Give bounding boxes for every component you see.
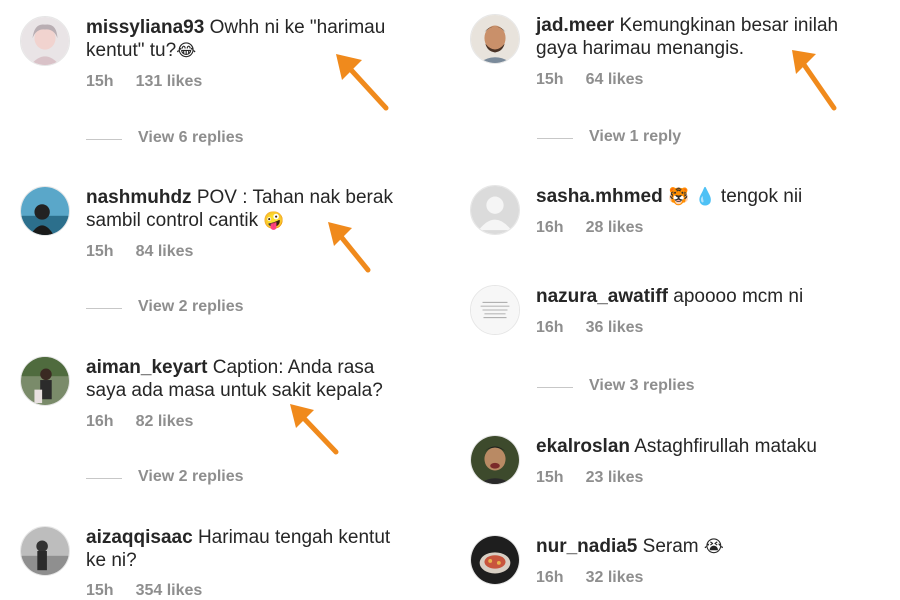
view-replies-button[interactable]: View 2 replies [86,468,286,488]
droplet-icon: 💧 [694,187,716,207]
view-replies-button[interactable]: View 1 reply [537,128,737,148]
avatar-aizaqqisaac[interactable] [20,526,70,576]
comment-body: sambil control cantik [86,210,259,231]
comment-body: Owhh ni ke "harimau [209,17,386,38]
replies-divider [86,308,122,309]
avatar-jad-meer[interactable] [470,14,520,64]
likes-count[interactable]: 36 likes [586,319,644,336]
comment-aizaqqisaac: aizaqqisaac Harimau tengah kentut ke ni?… [20,526,440,600]
username-link[interactable]: nur_nadia5 [536,536,637,557]
timestamp: 15h [86,73,114,90]
likes-count[interactable]: 131 likes [136,73,203,90]
comment-meta: 15h 131 likes [86,73,202,91]
username-link[interactable]: aiman_keyart [86,357,207,378]
comment-nur-nadia5: nur_nadia5 Seram 😭 16h 32 likes [470,535,890,595]
arrow-pointer-icon [288,402,348,462]
view-replies-button[interactable]: View 2 replies [86,298,286,318]
comment-body: gaya harimau menangis. [536,38,745,59]
view-replies-label[interactable]: View 1 reply [589,128,681,146]
timestamp: 16h [86,413,114,430]
comment-meta: 16h 28 likes [536,219,643,237]
tiger-face-icon: 🐯 [668,187,690,207]
comment-nazura-awatiff: nazura_awatiff apoooo mcm ni 16h 36 likes [470,285,890,345]
comment-meta: 16h 32 likes [536,569,643,587]
comment-body: apoooo mcm ni [673,286,804,307]
comment-meta: 15h 84 likes [86,243,193,261]
comment-body: Harimau tengah kentut [197,527,391,548]
comment-body: Astaghfirullah mataku [634,436,817,457]
timestamp: 15h [536,71,564,88]
loudly-crying-face-icon: 😭 [703,537,724,557]
username-link[interactable]: aizaqqisaac [86,527,193,548]
comment-sasha-mhmed: sasha.mhmed 🐯 💧 tengok nii 16h 28 likes [470,185,890,245]
timestamp: 15h [86,582,114,599]
view-replies-label[interactable]: View 3 replies [589,377,695,395]
comment-meta: 16h 82 likes [86,413,193,431]
comment-body: POV : Tahan nak berak [196,187,393,208]
username-link[interactable]: sasha.mhmed [536,186,663,207]
comment-meta: 15h 23 likes [536,469,643,487]
view-replies-button[interactable]: View 6 replies [86,129,286,149]
comment-aiman-keyart: aiman_keyart Caption: Anda rasa saya ada… [20,356,440,436]
likes-count[interactable]: 84 likes [136,243,194,260]
tears-of-joy-icon: 😂 [176,41,197,61]
comment-body: tengok nii [720,186,803,207]
likes-count[interactable]: 23 likes [586,469,644,486]
arrow-pointer-icon [790,48,850,111]
timestamp: 16h [536,569,564,586]
username-link[interactable]: jad.meer [536,15,614,36]
view-replies-label[interactable]: View 6 replies [138,129,244,147]
arrow-pointer-icon [334,52,394,112]
avatar-nashmuhdz[interactable] [20,186,70,236]
arrow-pointer-icon [326,220,386,280]
timestamp: 16h [536,319,564,336]
comment-text: sasha.mhmed 🐯 💧 tengok nii [536,185,802,209]
likes-count[interactable]: 32 likes [586,569,644,586]
avatar-ekalroslan[interactable] [470,435,520,485]
likes-count[interactable]: 28 likes [586,219,644,236]
comment-meta: 15h 64 likes [536,71,643,89]
avatar-nur-nadia5[interactable] [470,535,520,585]
comment-text: aizaqqisaac Harimau tengah kentut ke ni? [86,526,390,572]
avatar-nazura-awatiff[interactable] [470,285,520,335]
likes-count[interactable]: 82 likes [136,413,194,430]
username-link[interactable]: ekalroslan [536,436,630,457]
comment-body: Kemungkinan besar inilah [619,15,839,36]
zany-face-icon: 🤪 [263,211,285,231]
comment-body: Seram [642,536,699,557]
comment-body: kentut" tu? [86,40,177,61]
comment-body: Caption: Anda rasa [212,357,375,378]
comment-body: ke ni? [86,550,137,571]
replies-divider [537,138,573,139]
timestamp: 15h [86,243,114,260]
username-link[interactable]: nazura_awatiff [536,286,668,307]
username-link[interactable]: nashmuhdz [86,187,192,208]
view-replies-label[interactable]: View 2 replies [138,468,244,486]
comment-ekalroslan: ekalroslan Astaghfirullah mataku 15h 23 l… [470,435,890,495]
comment-text: ekalroslan Astaghfirullah mataku [536,435,817,458]
comment-text: nazura_awatiff apoooo mcm ni [536,285,803,308]
replies-divider [86,478,122,479]
replies-divider [537,387,573,388]
comment-text: nur_nadia5 Seram 😭 [536,535,724,559]
comment-meta: 15h 354 likes [86,582,202,600]
likes-count[interactable]: 354 likes [136,582,203,599]
timestamp: 16h [536,219,564,236]
avatar-aiman-keyart[interactable] [20,356,70,406]
view-replies-button[interactable]: View 3 replies [537,377,737,397]
view-replies-label[interactable]: View 2 replies [138,298,244,316]
replies-divider [86,139,122,140]
avatar-missyliana93[interactable] [20,16,70,66]
default-profile-icon[interactable] [470,185,520,235]
timestamp: 15h [536,469,564,486]
username-link[interactable]: missyliana93 [86,17,204,38]
comment-text: aiman_keyart Caption: Anda rasa saya ada… [86,356,383,402]
comment-meta: 16h 36 likes [536,319,643,337]
likes-count[interactable]: 64 likes [586,71,644,88]
comment-body: saya ada masa untuk sakit kepala? [86,380,383,401]
